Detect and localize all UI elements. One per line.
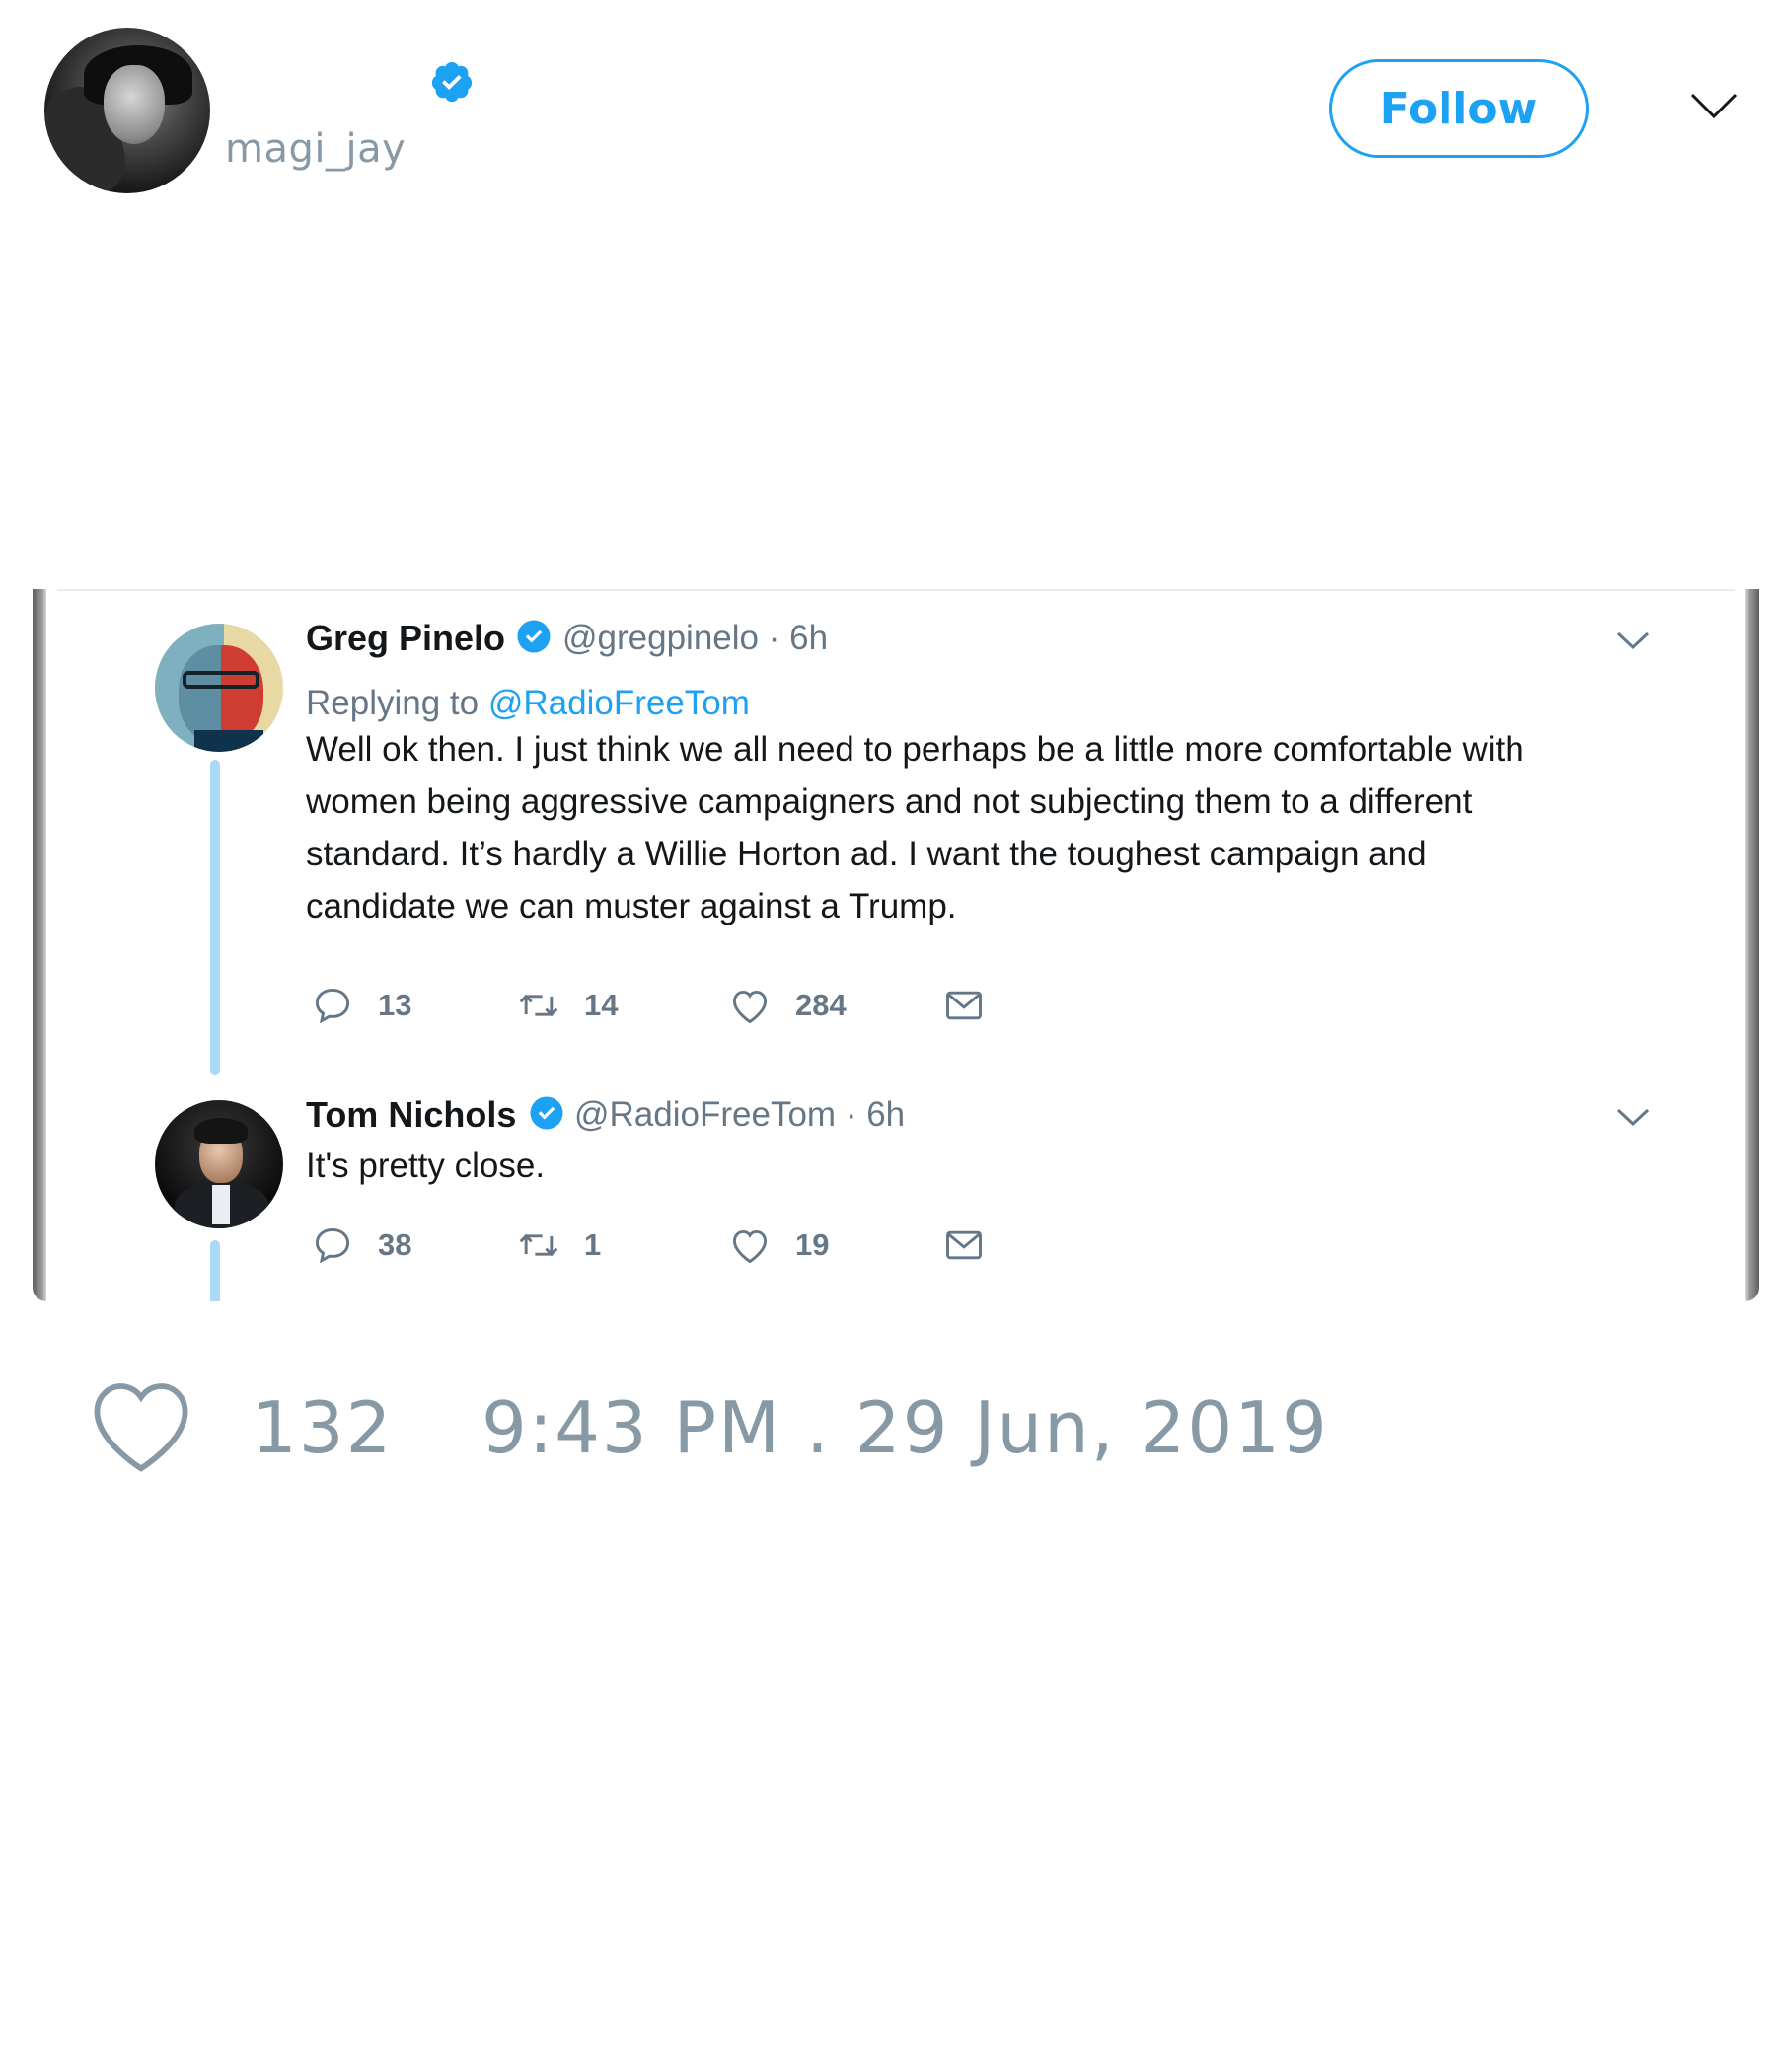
reply-action: 38 — [311, 1223, 411, 1267]
reply-action: 13 — [311, 984, 411, 1027]
like-count: 19 — [795, 1227, 830, 1262]
thread-connector-line — [210, 760, 220, 1075]
user-handle[interactable]: magi_jay — [225, 126, 406, 172]
reply-icon — [315, 1227, 350, 1264]
screenshot-edge-right — [1745, 589, 1759, 1301]
tweet-text-line: women being aggressive campaigners and n… — [306, 782, 1473, 821]
heart-icon — [732, 1229, 768, 1264]
message-action — [942, 1223, 986, 1267]
divider — [57, 589, 1735, 591]
heart-icon — [732, 990, 768, 1024]
message-action — [942, 984, 986, 1027]
retweet-count: 1 — [584, 1227, 602, 1262]
chevron-down-icon[interactable] — [1689, 91, 1739, 120]
follow-button[interactable]: Follow — [1329, 59, 1589, 158]
retweet-action: 14 — [517, 984, 618, 1027]
verified-badge-icon — [530, 1096, 563, 1130]
chevron-down-icon — [1616, 1108, 1650, 1127]
tweet-time: 6h — [789, 619, 829, 657]
retweet-icon — [519, 1233, 558, 1257]
tweet-text: It's pretty close. — [306, 1140, 545, 1192]
tweet-time: 6h — [866, 1095, 906, 1134]
thread-connector-line — [210, 1240, 220, 1301]
tweet-author-handle: @RadioFreeTom — [574, 1095, 837, 1134]
tweet-author-name: Greg Pinelo — [306, 618, 506, 658]
tweet-text-line: It's pretty close. — [306, 1147, 546, 1185]
meta-separator: · — [845, 1095, 867, 1134]
avatar — [155, 1100, 283, 1228]
replying-to-label: Replying to — [306, 684, 480, 722]
reply-count: 13 — [378, 988, 412, 1022]
embedded-thread-screenshot: Greg Pinelo @gregpinelo · 6h Replying to… — [33, 589, 1759, 1301]
replying-to: Replying to @RadioFreeTom — [306, 684, 750, 723]
retweet-action: 1 — [517, 1223, 601, 1267]
chevron-down-icon — [1616, 631, 1650, 650]
like-count: 284 — [795, 988, 847, 1022]
screenshot-edge-left — [33, 589, 46, 1301]
retweet-icon — [519, 994, 558, 1017]
reply-count: 38 — [378, 1227, 412, 1262]
profile-avatar[interactable] — [44, 28, 210, 193]
mail-icon — [946, 991, 982, 1020]
meta-separator: · — [768, 619, 790, 657]
tweet-text-line: Well ok then. I just think we all need t… — [306, 730, 1524, 769]
tweet-text-line: candidate we can muster against a Trump. — [306, 887, 957, 925]
tweet-text-line: standard. It’s hardly a Willie Horton ad… — [306, 835, 1427, 873]
retweet-count: 14 — [584, 988, 619, 1022]
tweet-author-handle: @gregpinelo — [562, 619, 759, 657]
mail-icon — [946, 1230, 982, 1260]
replying-to-mention: @RadioFreeTom — [487, 684, 750, 722]
like-count: 132 — [252, 1386, 394, 1469]
verified-badge-icon — [517, 620, 551, 653]
reply-icon — [315, 988, 350, 1024]
tweet-meta: @RadioFreeTom · 6h — [574, 1095, 905, 1135]
tweet-text: Well ok then. I just think we all need t… — [306, 723, 1524, 932]
avatar-face — [104, 65, 165, 144]
tweet-author-name: Tom Nichols — [306, 1094, 517, 1135]
tweet-timestamp[interactable]: 9:43 PM . 29 Jun, 2019 — [481, 1386, 1329, 1469]
heart-icon[interactable] — [87, 1378, 195, 1475]
like-action: 284 — [728, 984, 847, 1027]
like-action: 19 — [728, 1223, 829, 1267]
verified-badge-icon — [431, 61, 473, 103]
tweet-meta: @gregpinelo · 6h — [562, 619, 828, 658]
avatar — [155, 624, 283, 752]
